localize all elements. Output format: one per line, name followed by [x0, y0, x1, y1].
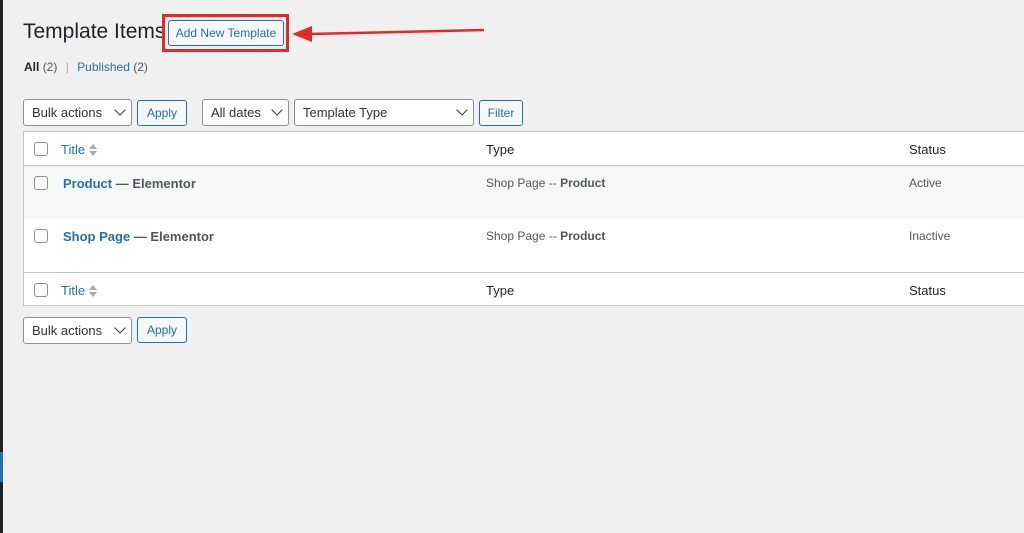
- table-row: Shop Page — Elementor Shop Page -- Produ…: [24, 219, 1024, 272]
- row-state: — Elementor: [115, 176, 196, 191]
- row-type-name: Product: [560, 229, 606, 243]
- table-row: Product — Elementor Shop Page -- Product…: [24, 166, 1024, 219]
- template-type-value: Template Type: [303, 105, 388, 120]
- row-checkbox[interactable]: [34, 229, 48, 243]
- row-state: — Elementor: [133, 229, 214, 244]
- red-arrow-icon: [292, 26, 485, 42]
- bulk-actions-select-bottom[interactable]: Bulk actions: [23, 317, 132, 344]
- row-type: Shop Page -- Product: [486, 176, 605, 191]
- templates-table: Title Type Status Product — Elementor Sh…: [23, 131, 1024, 306]
- view-separator: |: [65, 60, 69, 74]
- select-all-checkbox[interactable]: [34, 142, 48, 156]
- bulk-actions-value: Bulk actions: [32, 323, 103, 338]
- row-title: Product — Elementor: [63, 176, 196, 191]
- column-status-label: Status: [909, 283, 946, 298]
- view-all-link[interactable]: All: [24, 60, 39, 74]
- chevron-down-icon: [456, 104, 468, 116]
- bulk-actions-select-top[interactable]: Bulk actions: [23, 99, 132, 126]
- view-published-count: (2): [133, 60, 148, 74]
- dates-value: All dates: [211, 105, 261, 120]
- select-all-checkbox-footer[interactable]: [34, 283, 48, 297]
- apply-button-bottom[interactable]: Apply: [137, 317, 187, 343]
- row-type: Shop Page -- Product: [486, 229, 605, 244]
- bulk-actions-value: Bulk actions: [32, 105, 103, 120]
- apply-button-top[interactable]: Apply: [137, 100, 187, 126]
- row-type-prefix: Shop Page --: [486, 229, 557, 243]
- view-all-count: (2): [42, 60, 58, 74]
- column-title-label: Title: [61, 283, 86, 298]
- table-footer-row: Title Type Status: [24, 272, 1024, 305]
- row-title-link[interactable]: Shop Page: [63, 229, 130, 244]
- column-title-label: Title: [61, 142, 86, 157]
- column-type-label: Type: [486, 142, 515, 157]
- view-filters: All (2) | Published (2): [24, 60, 148, 74]
- column-status-label: Status: [909, 142, 946, 157]
- table-header-row: Title Type Status: [24, 132, 1024, 166]
- left-edge-handle: [0, 452, 3, 482]
- row-status: Inactive: [909, 229, 951, 243]
- dates-select[interactable]: All dates: [202, 99, 289, 126]
- page-title: Template Items: [23, 20, 166, 43]
- view-published-link[interactable]: Published: [77, 60, 130, 74]
- sort-arrows-icon: [89, 143, 98, 156]
- row-status: Active: [909, 176, 942, 190]
- chevron-down-icon: [114, 322, 126, 334]
- row-title: Shop Page — Elementor: [63, 229, 214, 244]
- row-type-prefix: Shop Page --: [486, 176, 557, 190]
- chevron-down-icon: [114, 104, 126, 116]
- filter-button[interactable]: Filter: [479, 100, 523, 126]
- sort-arrows-icon: [89, 284, 98, 297]
- column-type-label: Type: [486, 283, 515, 298]
- column-title-sort-link[interactable]: Title: [61, 142, 98, 157]
- column-title-sort-link-footer[interactable]: Title: [61, 283, 98, 298]
- row-checkbox[interactable]: [34, 176, 48, 190]
- chevron-down-icon: [271, 104, 283, 116]
- row-type-name: Product: [560, 176, 606, 190]
- add-new-template-button[interactable]: Add New Template: [168, 20, 284, 46]
- row-title-link[interactable]: Product: [63, 176, 112, 191]
- template-type-select[interactable]: Template Type: [294, 99, 474, 126]
